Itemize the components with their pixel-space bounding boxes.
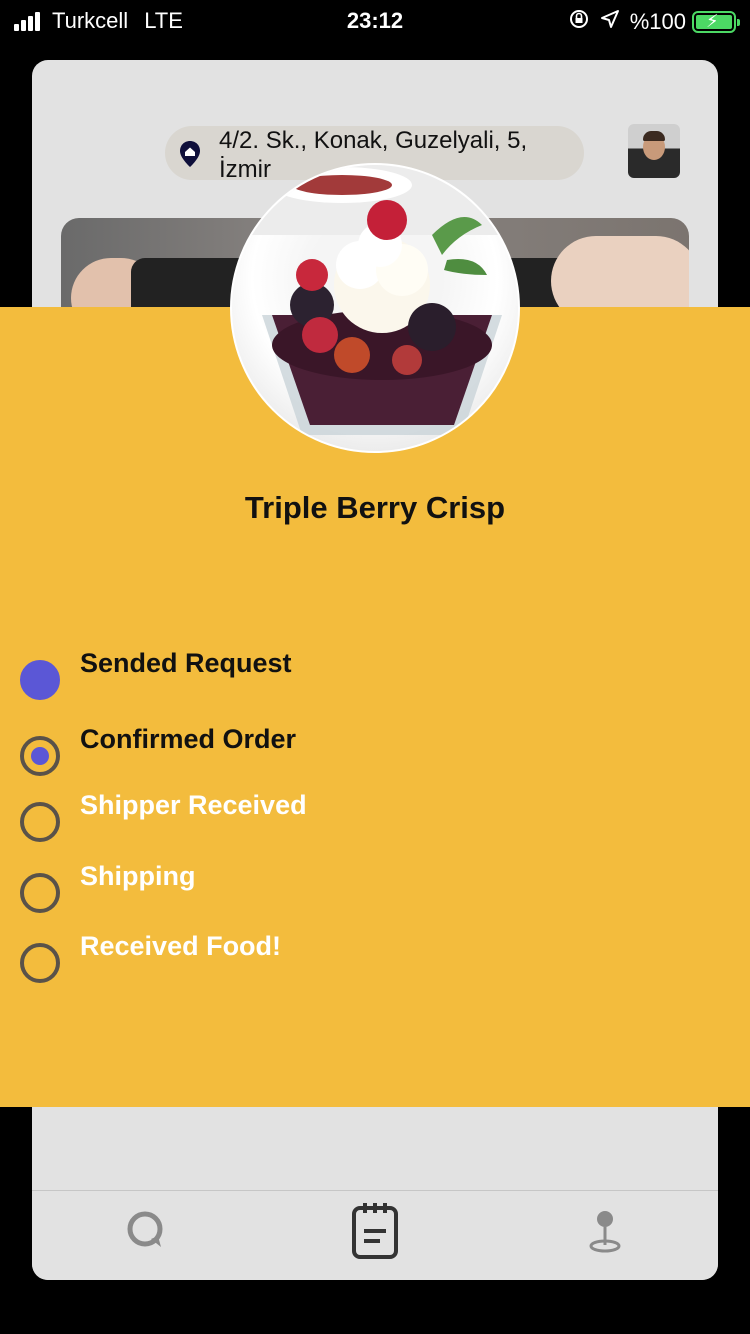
step-radio[interactable]: [20, 873, 60, 913]
food-title: Triple Berry Crisp: [244, 490, 506, 525]
food-image: [230, 163, 520, 453]
step-label: Shipping: [80, 861, 196, 891]
step-label: Sended Request: [80, 648, 292, 678]
step-radio[interactable]: [20, 660, 60, 700]
step-label: Confirmed Order: [80, 724, 297, 754]
home-pin-icon: [180, 141, 200, 167]
order-list-icon: [352, 1203, 398, 1259]
tab-chat[interactable]: [117, 1201, 177, 1261]
step-radio[interactable]: [20, 943, 60, 983]
status-right: %100 ⚡: [568, 8, 740, 36]
chat-icon: [127, 1211, 163, 1247]
tab-orders[interactable]: [345, 1201, 405, 1261]
battery-icon: ⚡: [692, 11, 740, 33]
status-bar: Turkcell LTE 23:12 %100 ⚡: [0, 0, 750, 42]
location-arrow-icon: [600, 9, 620, 35]
step-radio[interactable]: [20, 802, 60, 842]
avatar[interactable]: [628, 124, 680, 178]
step-radio[interactable]: [20, 736, 60, 776]
step-sended-request[interactable]: Sended Request: [20, 648, 292, 700]
tab-location[interactable]: [575, 1201, 635, 1261]
step-shipper-received[interactable]: Shipper Received: [20, 790, 307, 842]
orientation-lock-icon: [568, 8, 590, 36]
step-label: Received Food!: [80, 931, 282, 961]
screen: Turkcell LTE 23:12 %100 ⚡ 4/2. Sk., Kona…: [0, 0, 750, 1334]
step-confirmed-order[interactable]: Confirmed Order: [20, 724, 296, 776]
tab-bar: [32, 1190, 718, 1280]
battery-percent: %100: [629, 9, 686, 34]
step-shipping[interactable]: Shipping: [20, 861, 195, 913]
step-received-food[interactable]: Received Food!: [20, 931, 281, 983]
location-pin-icon: [589, 1211, 621, 1253]
step-label: Shipper Received: [80, 790, 307, 820]
